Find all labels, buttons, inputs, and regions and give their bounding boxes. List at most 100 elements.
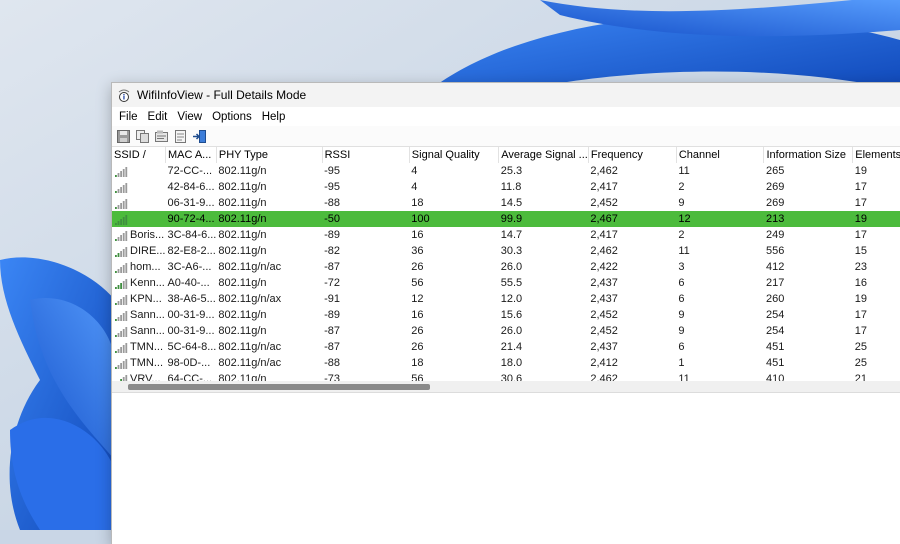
cell-frequency: 2,452: [590, 325, 618, 337]
cell-information-size: 265: [765, 165, 785, 177]
column-average-signal[interactable]: Average Signal ...: [498, 147, 589, 163]
cell-channel: 9: [678, 325, 685, 337]
cell-ssid: [112, 163, 165, 179]
copy-icon[interactable]: [135, 129, 150, 144]
cell-average-signal: 26.0: [500, 325, 523, 337]
column-mac-address[interactable]: MAC A...: [165, 147, 217, 163]
cell-signal-quality: 56: [411, 277, 424, 289]
cell-average-signal: 14.7: [500, 229, 523, 241]
network-list[interactable]: SSID / MAC A... PHY Type RSSI Signal Qua…: [112, 147, 900, 392]
menu-help[interactable]: Help: [257, 111, 291, 123]
cell-elements: 19: [854, 293, 868, 305]
cell-information-size: 451: [765, 341, 785, 353]
cell-signal-quality: 16: [411, 309, 424, 321]
html-report-icon[interactable]: [173, 129, 188, 144]
cell-average-signal: 11.8: [500, 181, 522, 193]
cell-rssi: -91: [324, 293, 341, 305]
cell-mac-address: 82-E8-2...: [167, 245, 216, 257]
menu-view[interactable]: View: [172, 111, 207, 123]
cell-mac-address: A0-40-...: [167, 277, 210, 289]
table-row[interactable]: 90-72-4... 802.11g/n -50 100 99.9 2,467 12 213 1…: [112, 211, 900, 227]
table-row[interactable]: 72-CC-... 802.11g/n -95 4 25.3 2,462 11 265 19: [112, 163, 900, 179]
cell-signal-quality: 36: [411, 245, 424, 257]
column-elements[interactable]: Elements: [852, 147, 900, 163]
table-row[interactable]: TMN... 5C-64-8... 802.11g/n/ac -87 26 21.4 2,4…: [112, 339, 900, 355]
cell-mac-address: 3C-84-6...: [167, 229, 217, 241]
cell-average-signal: 25.3: [500, 165, 523, 177]
table-row[interactable]: 06-31-9... 802.11g/n -88 18 14.5 2,452 9 269 17: [112, 195, 900, 211]
cell-mac-address: 98-0D-...: [167, 357, 211, 369]
signal-strength-icon: [115, 294, 128, 305]
cell-mac-address: 00-31-9...: [167, 309, 215, 321]
cell-average-signal: 55.5: [500, 277, 523, 289]
cell-phy-type: 802.11g/n: [216, 211, 323, 227]
cell-channel: 6: [678, 293, 685, 305]
column-channel[interactable]: Channel: [676, 147, 765, 163]
cell-mac-address: 06-31-9...: [167, 197, 215, 209]
cell-average-signal: 26.0: [500, 261, 523, 273]
cell-elements: 17: [854, 325, 868, 337]
toolbar: [112, 126, 900, 147]
scrollbar-thumb[interactable]: [128, 384, 430, 390]
cell-phy-type: 802.11g/n/ax: [218, 293, 282, 305]
column-rssi[interactable]: RSSI: [322, 147, 410, 163]
cell-elements: 17: [854, 197, 868, 209]
table-row[interactable]: hom... 3C-A6-... 802.11g/n/ac -87 26 26.0 2,42…: [112, 259, 900, 275]
column-signal-quality[interactable]: Signal Quality: [409, 147, 500, 163]
cell-rssi: -82: [324, 245, 341, 257]
cell-elements: 25: [854, 357, 868, 369]
signal-strength-icon: [115, 358, 128, 369]
save-icon[interactable]: [116, 129, 131, 144]
menu-options[interactable]: Options: [207, 111, 257, 123]
menu-file[interactable]: File: [114, 111, 143, 123]
cell-information-size: 254: [765, 309, 785, 321]
cell-ssid: Boris...: [112, 227, 165, 243]
cell-frequency: 2,417: [590, 181, 618, 193]
horizontal-scrollbar[interactable]: [112, 381, 900, 392]
cell-channel: 9: [678, 309, 685, 321]
signal-strength-icon: [115, 182, 128, 193]
cell-average-signal: 21.4: [500, 341, 523, 353]
cell-channel: 11: [678, 245, 690, 257]
cell-rssi: -89: [324, 229, 341, 241]
table-row[interactable]: DIRE... 82-E8-2... 802.11g/n -82 36 30.3 2,462…: [112, 243, 900, 259]
cell-ssid: TMN...: [112, 355, 165, 371]
column-frequency[interactable]: Frequency: [588, 147, 677, 163]
exit-icon[interactable]: [192, 129, 207, 144]
cell-frequency: 2,412: [590, 357, 618, 369]
cell-mac-address: 38-A6-5...: [167, 293, 216, 305]
cell-ssid: Kenn...: [112, 275, 165, 291]
cell-average-signal: 14.5: [500, 197, 523, 209]
cell-mac-address: 3C-A6-...: [167, 261, 212, 273]
table-row[interactable]: Kenn... A0-40-... 802.11g/n -72 56 55.5 2,437 6…: [112, 275, 900, 291]
ssid-text: TMN...: [130, 357, 163, 369]
column-ssid[interactable]: SSID /: [112, 147, 166, 163]
signal-strength-icon: [115, 310, 128, 321]
cell-phy-type: 802.11g/n: [218, 197, 267, 209]
cell-signal-quality: 4: [411, 165, 418, 177]
table-row[interactable]: 42-84-6... 802.11g/n -95 4 11.8 2,417 2 269 17: [112, 179, 900, 195]
table-row[interactable]: Sann... 00-31-9... 802.11g/n -87 26 26.0 2,452…: [112, 323, 900, 339]
properties-icon[interactable]: [154, 129, 169, 144]
cell-information-size: 451: [765, 357, 785, 369]
cell-rssi: -88: [324, 197, 341, 209]
cell-rssi: -72: [324, 277, 341, 289]
cell-mac-address: 00-31-9...: [167, 325, 215, 337]
table-row[interactable]: Boris... 3C-84-6... 802.11g/n -89 16 14.7 2,41…: [112, 227, 900, 243]
table-row[interactable]: Sann... 00-31-9... 802.11g/n -89 16 15.6 2,452…: [112, 307, 900, 323]
table-row[interactable]: KPN... 38-A6-5... 802.11g/n/ax -91 12 12.0 2,4…: [112, 291, 900, 307]
column-phy-type[interactable]: PHY Type: [216, 147, 323, 163]
cell-frequency: 2,467: [588, 211, 677, 227]
cell-phy-type: 802.11g/n: [218, 277, 267, 289]
cell-average-signal: 30.3: [500, 245, 523, 257]
cell-channel: 1: [678, 357, 685, 369]
cell-elements: 15: [854, 245, 868, 257]
cell-elements: 23: [854, 261, 868, 273]
menu-edit[interactable]: Edit: [143, 111, 173, 123]
column-information-size[interactable]: Information Size: [763, 147, 854, 163]
signal-strength-icon: [115, 230, 128, 241]
table-row[interactable]: TMN... 98-0D-... 802.11g/n/ac -88 18 18.0 2,41…: [112, 355, 900, 371]
cell-ssid: [112, 195, 165, 211]
cell-rssi: -87: [324, 325, 341, 337]
cell-information-size: 556: [765, 245, 785, 257]
